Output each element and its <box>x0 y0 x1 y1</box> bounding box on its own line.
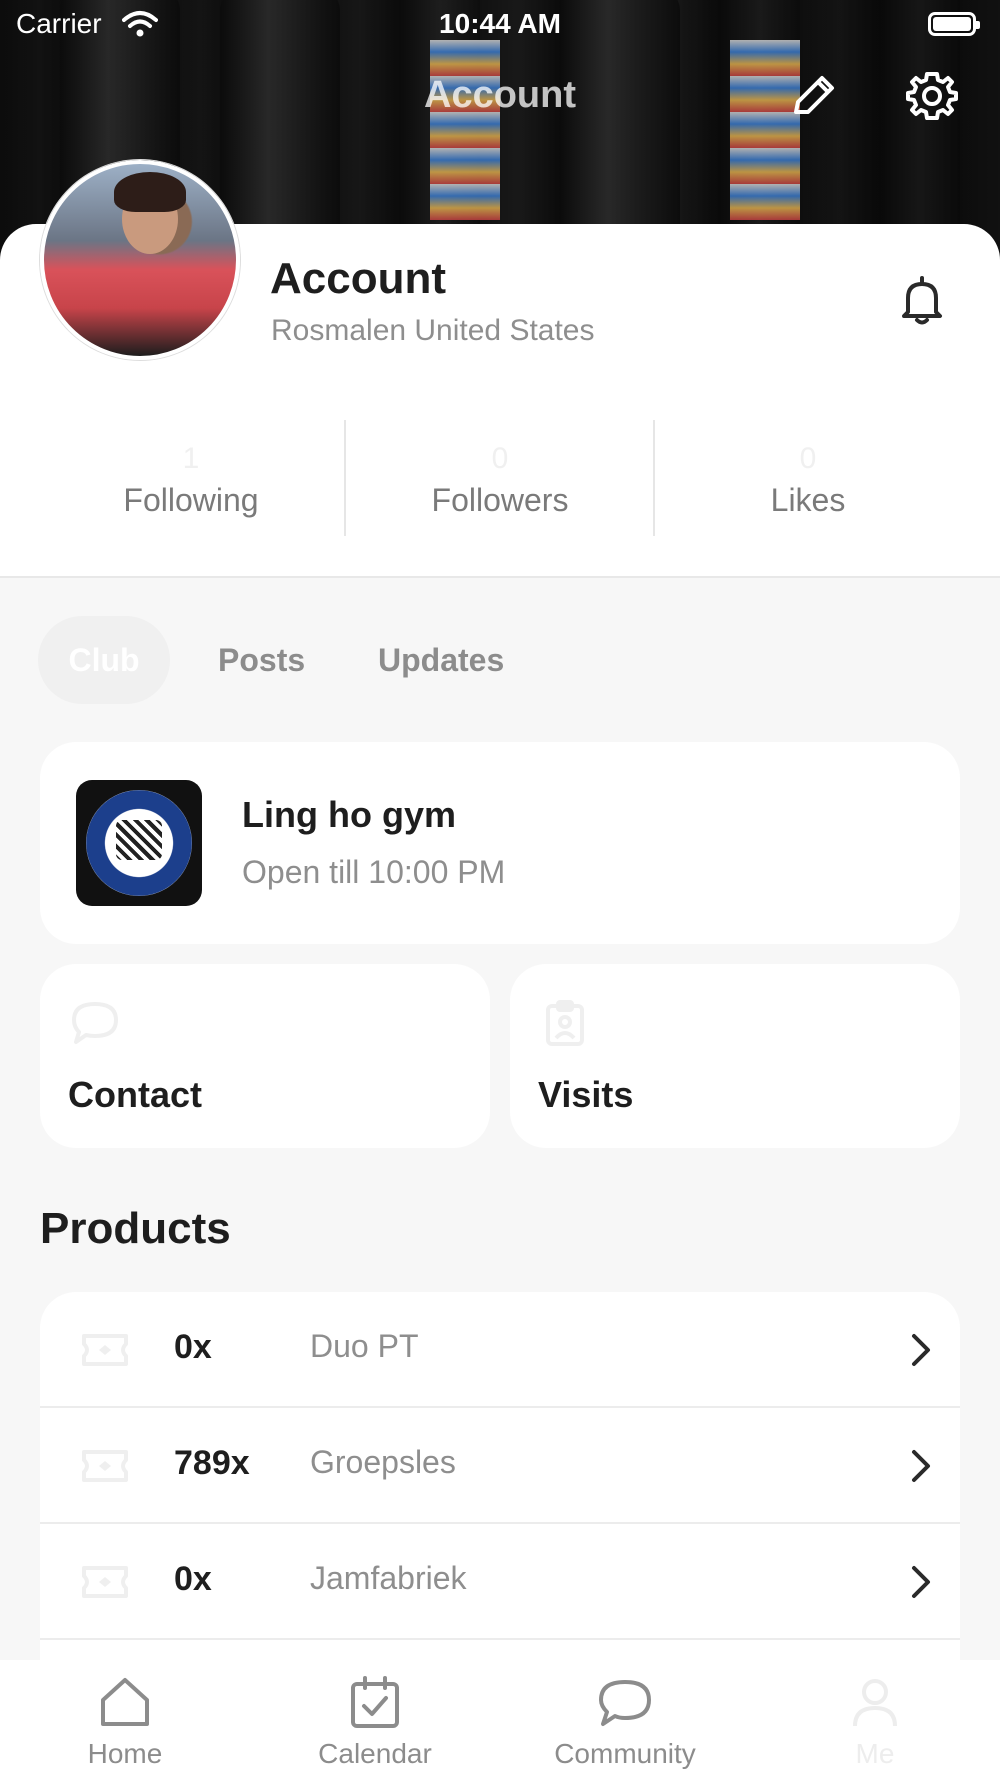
tabbar-calendar[interactable]: Calendar <box>250 1660 500 1778</box>
tab-updates[interactable]: Updates <box>378 616 504 704</box>
product-row[interactable]: 789x Groepsles <box>40 1408 960 1524</box>
stat-label: Followers <box>431 482 569 518</box>
chat-bubble-icon <box>599 1680 651 1726</box>
products-list: 0x Duo PT 789x Groepsles 0x Jamfabriek <box>40 1292 960 1662</box>
product-row[interactable]: 0x Duo PT <box>40 1292 960 1408</box>
home-icon <box>101 1678 149 1726</box>
stat-value: 0 <box>491 442 509 475</box>
tab-posts[interactable]: Posts <box>218 616 305 704</box>
tabbar-community[interactable]: Community <box>500 1660 750 1778</box>
chat-bubble-icon <box>72 1002 118 1044</box>
tab-club[interactable]: Club <box>38 616 170 704</box>
background-poster <box>730 40 800 220</box>
avatar[interactable] <box>40 160 240 360</box>
stat-followers[interactable]: 0 Followers <box>347 420 653 536</box>
tabbar-label: Home <box>87 1738 163 1769</box>
profile-location: Rosmalen United States <box>271 314 595 347</box>
chevron-right-icon <box>912 1334 930 1366</box>
contact-label: Contact <box>68 1074 202 1115</box>
product-count: 0x <box>174 1560 212 1598</box>
section-divider <box>0 576 1000 578</box>
ticket-icon <box>82 1450 128 1482</box>
product-count: 0x <box>174 1328 212 1366</box>
battery-icon <box>928 12 980 36</box>
tabbar-label: Me <box>855 1738 895 1769</box>
club-card[interactable]: Ling ho gym Open till 10:00 PM <box>40 742 960 944</box>
person-icon <box>853 1679 897 1727</box>
product-name: Groepsles <box>310 1444 456 1480</box>
contact-card[interactable]: Contact <box>40 964 490 1148</box>
tabbar-label: Calendar <box>318 1738 432 1769</box>
stat-divider <box>344 420 346 536</box>
ticket-icon <box>82 1566 128 1598</box>
chevron-right-icon <box>912 1566 930 1598</box>
stat-likes[interactable]: 0 Likes <box>655 420 961 536</box>
stat-label: Following <box>123 482 259 518</box>
visits-label: Visits <box>538 1074 634 1115</box>
stat-label: Likes <box>770 482 846 518</box>
visits-card[interactable]: Visits <box>510 964 960 1148</box>
profile-name: Account <box>270 254 446 303</box>
club-name: Ling ho gym <box>242 794 456 835</box>
club-hours: Open till 10:00 PM <box>242 854 506 890</box>
status-bar: Carrier 10:44 AM <box>0 0 1000 50</box>
product-row[interactable]: 0x Jamfabriek <box>40 1524 960 1640</box>
tabbar-label: Community <box>554 1738 696 1769</box>
ticket-icon <box>82 1334 128 1366</box>
club-logo <box>76 780 202 906</box>
tabbar-me[interactable]: Me <box>750 1660 1000 1778</box>
product-name: Jamfabriek <box>310 1560 467 1596</box>
chevron-right-icon <box>912 1450 930 1482</box>
club-logo-figure <box>116 820 162 860</box>
gear-icon[interactable] <box>904 68 960 124</box>
status-time: 10:44 AM <box>439 8 561 39</box>
stat-value: 0 <box>799 442 817 475</box>
stat-value: 1 <box>182 442 200 475</box>
bell-icon[interactable] <box>898 274 946 326</box>
background-poster <box>430 40 500 220</box>
bottom-tab-bar: Home Calendar Community Me <box>0 1660 1000 1778</box>
badge-icon <box>546 1000 584 1046</box>
products-title: Products <box>40 1204 231 1253</box>
nav-title: Account <box>424 74 576 116</box>
tabbar-home[interactable]: Home <box>0 1660 250 1778</box>
pencil-icon[interactable] <box>788 70 840 122</box>
product-name: Duo PT <box>310 1328 419 1364</box>
calendar-icon <box>351 1676 399 1728</box>
stats-row: 1 Following 0 Followers 0 Likes <box>0 420 1000 536</box>
stat-following[interactable]: 1 Following <box>38 420 344 536</box>
product-count: 789x <box>174 1444 250 1482</box>
